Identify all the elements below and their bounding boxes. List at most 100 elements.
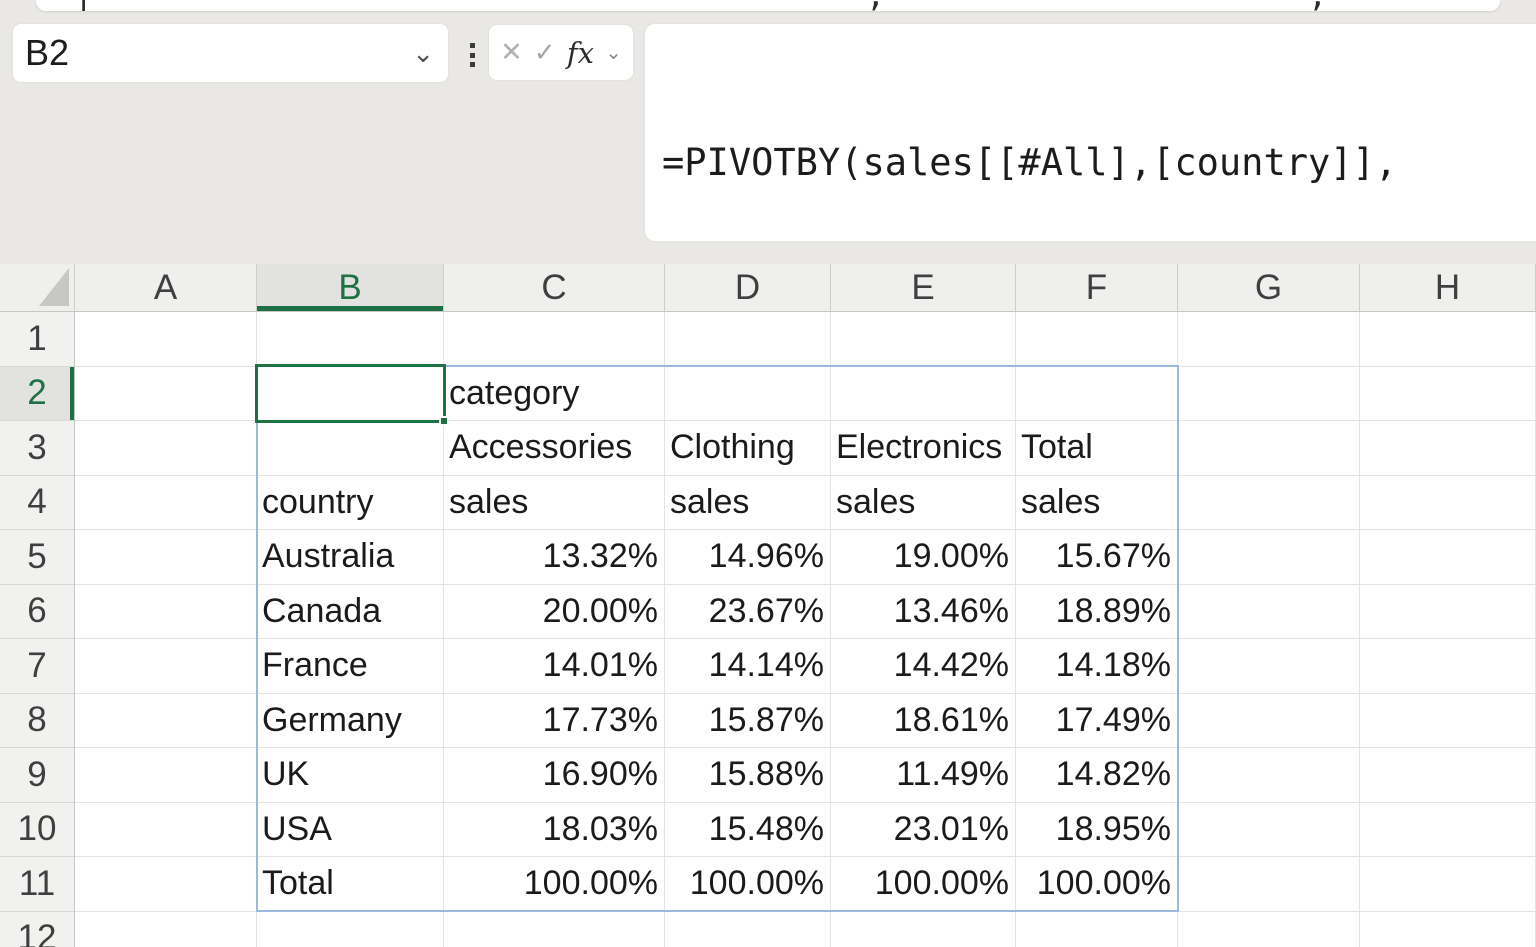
- row-header-10[interactable]: 10: [0, 803, 74, 858]
- cell[interactable]: [1016, 367, 1178, 422]
- cell[interactable]: [1360, 639, 1536, 694]
- cell[interactable]: [75, 912, 257, 947]
- cell[interactable]: [1016, 312, 1178, 367]
- cell[interactable]: [75, 694, 257, 749]
- cell[interactable]: [1360, 530, 1536, 585]
- cell-E10[interactable]: 23.01%: [831, 803, 1016, 858]
- cell[interactable]: [1178, 312, 1360, 367]
- chevron-down-icon[interactable]: ⌄: [605, 40, 622, 65]
- column-header-D[interactable]: D: [665, 264, 831, 311]
- cell-C10[interactable]: 18.03%: [444, 803, 665, 858]
- cell[interactable]: [1360, 476, 1536, 531]
- cell-B8[interactable]: Germany: [257, 694, 444, 749]
- cell-E6[interactable]: 13.46%: [831, 585, 1016, 640]
- cell[interactable]: [75, 857, 257, 912]
- cell-D5[interactable]: 14.96%: [665, 530, 831, 585]
- formula-line[interactable]: =PIVOTBY(sales[[#All],[country]],: [662, 136, 1536, 189]
- row-header-4[interactable]: 4: [0, 476, 74, 531]
- cell-E9[interactable]: 11.49%: [831, 748, 1016, 803]
- cell-C3[interactable]: Accessories: [444, 421, 665, 476]
- cell[interactable]: [1178, 857, 1360, 912]
- row-header-1[interactable]: 1: [0, 312, 74, 367]
- cell[interactable]: [1178, 585, 1360, 640]
- name-box[interactable]: B2 ⌄: [13, 24, 448, 82]
- cell[interactable]: [75, 367, 257, 422]
- cell-F10[interactable]: 18.95%: [1016, 803, 1178, 858]
- row-header-11[interactable]: 11: [0, 857, 74, 912]
- cell[interactable]: [257, 912, 444, 947]
- cell-B5[interactable]: Australia: [257, 530, 444, 585]
- cell[interactable]: [1360, 421, 1536, 476]
- cell-D10[interactable]: 15.48%: [665, 803, 831, 858]
- cell-B4[interactable]: country: [257, 476, 444, 531]
- cell-F3[interactable]: Total: [1016, 421, 1178, 476]
- cancel-icon[interactable]: ✕: [500, 37, 523, 68]
- cell[interactable]: [1178, 803, 1360, 858]
- cell-C9[interactable]: 16.90%: [444, 748, 665, 803]
- cell-C5[interactable]: 13.32%: [444, 530, 665, 585]
- cell[interactable]: [1360, 312, 1536, 367]
- cell-C2[interactable]: category: [444, 367, 665, 422]
- cell-F5[interactable]: 15.67%: [1016, 530, 1178, 585]
- cell-E4[interactable]: sales: [831, 476, 1016, 531]
- cell[interactable]: [665, 912, 831, 947]
- cell[interactable]: [831, 367, 1016, 422]
- row-header-7[interactable]: 7: [0, 639, 74, 694]
- cell-E8[interactable]: 18.61%: [831, 694, 1016, 749]
- cell-B2[interactable]: [257, 367, 444, 422]
- cell-C4[interactable]: sales: [444, 476, 665, 531]
- select-all-corner[interactable]: [0, 264, 75, 311]
- cell-B10[interactable]: USA: [257, 803, 444, 858]
- cell[interactable]: [1178, 694, 1360, 749]
- insert-function-icon[interactable]: fx: [567, 36, 594, 70]
- cell[interactable]: [1360, 694, 1536, 749]
- cell-F4[interactable]: sales: [1016, 476, 1178, 531]
- cell-E7[interactable]: 14.42%: [831, 639, 1016, 694]
- cell[interactable]: [75, 421, 257, 476]
- column-header-B[interactable]: B: [257, 264, 444, 311]
- column-header-E[interactable]: E: [831, 264, 1016, 311]
- row-header-8[interactable]: 8: [0, 694, 74, 749]
- row-header-2[interactable]: 2: [0, 367, 74, 422]
- cell-D11[interactable]: 100.00%: [665, 857, 831, 912]
- cell-B11[interactable]: Total: [257, 857, 444, 912]
- cell[interactable]: [75, 476, 257, 531]
- cell[interactable]: [444, 312, 665, 367]
- cell[interactable]: [1178, 421, 1360, 476]
- cell-C6[interactable]: 20.00%: [444, 585, 665, 640]
- cell-D7[interactable]: 14.14%: [665, 639, 831, 694]
- row-header-12[interactable]: 12: [0, 912, 74, 947]
- cell[interactable]: [1178, 476, 1360, 531]
- column-header-F[interactable]: F: [1016, 264, 1178, 311]
- cell[interactable]: [1360, 857, 1536, 912]
- cell[interactable]: [1178, 367, 1360, 422]
- cell[interactable]: [1360, 585, 1536, 640]
- cell-E3[interactable]: Electronics: [831, 421, 1016, 476]
- cell[interactable]: [1178, 912, 1360, 947]
- cell[interactable]: [75, 803, 257, 858]
- column-header-H[interactable]: H: [1360, 264, 1536, 311]
- cell[interactable]: [1178, 748, 1360, 803]
- row-header-9[interactable]: 9: [0, 748, 74, 803]
- fill-handle[interactable]: [439, 416, 449, 426]
- row-header-6[interactable]: 6: [0, 585, 74, 640]
- cell[interactable]: [1360, 803, 1536, 858]
- cell[interactable]: [1016, 912, 1178, 947]
- cell[interactable]: [75, 748, 257, 803]
- cell[interactable]: [257, 421, 444, 476]
- row-header-5[interactable]: 5: [0, 530, 74, 585]
- cell[interactable]: [1360, 748, 1536, 803]
- cell-C8[interactable]: 17.73%: [444, 694, 665, 749]
- cell[interactable]: [75, 312, 257, 367]
- cell[interactable]: [1360, 912, 1536, 947]
- cell[interactable]: [831, 912, 1016, 947]
- formula-bar[interactable]: =PIVOTBY(sales[[#All],[country]], sales[…: [645, 24, 1536, 241]
- cell-D9[interactable]: 15.88%: [665, 748, 831, 803]
- cell[interactable]: [75, 585, 257, 640]
- cell-F7[interactable]: 14.18%: [1016, 639, 1178, 694]
- cell-F11[interactable]: 100.00%: [1016, 857, 1178, 912]
- cell[interactable]: [1178, 530, 1360, 585]
- formula-bar-drag-handle[interactable]: [468, 43, 476, 67]
- enter-icon[interactable]: ✓: [534, 37, 556, 68]
- cell-C11[interactable]: 100.00%: [444, 857, 665, 912]
